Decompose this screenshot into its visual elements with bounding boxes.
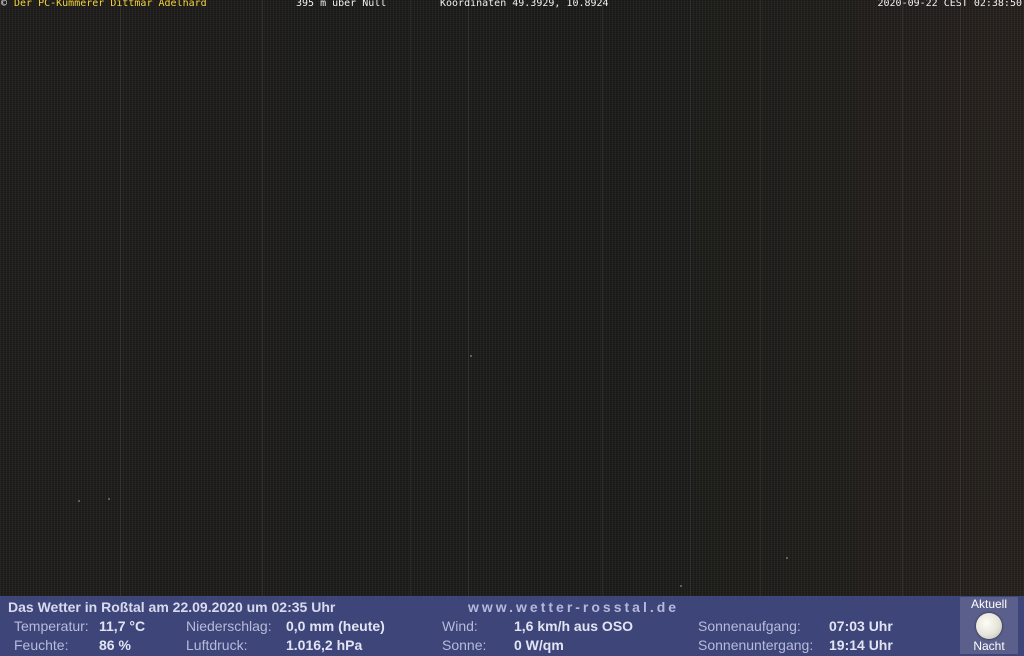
wind-value: 1,6 km/h aus OSO (514, 618, 634, 634)
humidity-value: 86 % (99, 637, 131, 653)
precipitation-value: 0,0 mm (heute) (286, 618, 385, 634)
full-moon-icon (976, 613, 1002, 639)
moon-night-label: Nacht (973, 639, 1005, 653)
precipitation-label: Niederschlag: (186, 618, 272, 634)
sun-value: 0 W/qm (514, 637, 564, 653)
pressure-value: 1.016,2 hPa (286, 637, 363, 653)
owner-name: Der PC-Kümmerer Dittmar Adelhard (14, 0, 207, 9)
moon-current-label: Aktuell (970, 597, 1008, 611)
wind-label: Wind: (442, 618, 478, 634)
sunrise-value: 07:03 Uhr (829, 618, 893, 634)
pressure-label: Luftdruck: (186, 637, 248, 653)
sunrise-label: Sonnenaufgang: (698, 618, 801, 634)
coordinates-text: Koordinaten 49.3929, 10.8924 (440, 0, 609, 9)
moon-phase-box: Aktuell Nacht (960, 597, 1018, 654)
humidity-label: Feuchte: (14, 637, 69, 653)
weather-title: Das Wetter in Roßtal am 22.09.2020 um 02… (8, 599, 336, 615)
copyright-symbol: © (1, 0, 8, 9)
weather-info-bar: Das Wetter in Roßtal am 22.09.2020 um 02… (0, 596, 1024, 656)
sunset-value: 19:14 Uhr (829, 637, 893, 653)
weather-site-link[interactable]: www.wetter-rosstal.de (468, 599, 679, 615)
temperature-value: 11,7 °C (99, 618, 146, 634)
altitude-text: 395 m über Null (296, 0, 387, 9)
webcam-image: © Der PC-Kümmerer Dittmar Adelhard 395 m… (0, 0, 1024, 596)
sunset-label: Sonnenuntergang: (698, 637, 814, 653)
camera-overlay-bar: © Der PC-Kümmerer Dittmar Adelhard 395 m… (0, 0, 1024, 10)
timestamp-text: 2020-09-22 CEST 02:38:50 (877, 0, 1023, 9)
temperature-label: Temperatur: (14, 618, 89, 634)
sun-label: Sonne: (442, 637, 487, 653)
